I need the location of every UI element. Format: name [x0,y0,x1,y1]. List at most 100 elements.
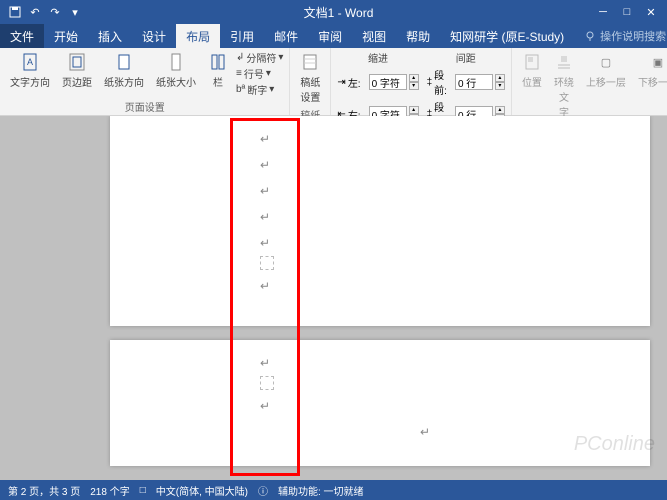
forward-label: 上移一层 [586,74,626,89]
hyphenation-button[interactable]: bª断字 ▾ [236,82,283,97]
size-button[interactable]: 纸张大小 [152,50,200,91]
tab-insert[interactable]: 插入 [88,24,132,48]
tab-references[interactable]: 引用 [220,24,264,48]
status-bar: 第 2 页，共 3 页 218 个字 □ 中文(简体, 中国大陆) ⓘ 辅助功能… [0,480,667,500]
hyphen-icon: bª [236,84,245,95]
indent-left-input[interactable] [369,74,407,90]
breaks-label: 分隔符 [246,50,276,65]
hyphen-label: 断字 [247,82,267,97]
accessibility-icon: ⓘ [258,483,268,498]
send-backward-button[interactable]: ▣ 下移一层 [634,50,667,91]
window-title: 文档1 - Word [90,4,587,21]
columns-icon [208,52,228,72]
tab-help[interactable]: 帮助 [396,24,440,48]
status-accessibility[interactable]: 辅助功能: 一切就绪 [278,483,364,498]
quick-access-toolbar: ↶ ↷ ▾ [0,5,90,19]
qat-more-icon[interactable]: ▾ [68,5,82,19]
gaozhi-button[interactable]: 稿纸 设置 [296,50,324,106]
tab-review[interactable]: 审阅 [308,24,352,48]
status-language[interactable]: 中文(简体, 中国大陆) [156,483,248,498]
tab-view[interactable]: 视图 [352,24,396,48]
paragraph-mark: ↵ [420,425,430,439]
paragraph-mark: ↵ [260,350,630,376]
gaozhi-label: 稿纸 设置 [300,74,320,104]
columns-button[interactable]: 栏 [204,50,232,91]
text-direction-icon: A [20,52,40,72]
space-before-up[interactable]: ▴ [495,74,505,82]
save-icon[interactable] [8,5,22,19]
text-direction-label: 文字方向 [10,74,50,89]
tab-design[interactable]: 设计 [132,24,176,48]
linenum-icon: ≡ [236,68,242,79]
linenum-label: 行号 [244,66,264,81]
spacing-header: 间距 [427,50,505,65]
space-before-icon: ‡ [427,77,433,88]
tab-home[interactable]: 开始 [44,24,88,48]
svg-text:A: A [27,57,33,67]
paragraph-mark: ↵ [260,230,630,256]
indent-right-up[interactable]: ▴ [409,106,419,114]
space-before-row: ‡ 段前: [427,67,447,97]
group-paragraph: 缩进 间距 ⇥ 左: ▴▾ ‡ 段前: ▴▾ [331,48,512,115]
breaks-icon: ↲ [236,52,244,63]
page-1[interactable]: ↵ ↵ ↵ ↵ ↵ ↵ [110,116,650,326]
tab-layout[interactable]: 布局 [176,24,220,48]
paragraph-mark: ↵ [260,178,630,204]
ribbon: A 文字方向 页边距 纸张方向 纸张大小 栏 ↲分隔符 ▾ ≡行号 ▾ [0,48,667,116]
lightbulb-icon [584,30,596,42]
tab-file[interactable]: 文件 [0,24,44,48]
forward-icon: ▢ [596,52,616,72]
tell-me-label: 操作说明搜索 [600,28,666,44]
wrap-icon [554,52,574,72]
wrap-button[interactable]: 环绕文 字 [550,50,578,121]
gaozhi-icon [300,52,320,72]
window-controls: ─ □ ✕ [587,6,667,19]
bring-forward-button[interactable]: ▢ 上移一层 [582,50,630,91]
margins-label: 页边距 [62,74,92,89]
undo-icon[interactable]: ↶ [28,5,42,19]
document-workspace[interactable]: ↵ ↵ ↵ ↵ ↵ ↵ ↵ ↵ ↵ PConline [0,116,667,480]
orientation-button[interactable]: 纸张方向 [100,50,148,91]
paragraph-mark: ↵ [260,126,630,152]
breaks-button[interactable]: ↲分隔符 ▾ [236,50,283,65]
ribbon-tabs: 文件 开始 插入 设计 布局 引用 邮件 审阅 视图 帮助 知网研学 (原E-S… [0,24,667,48]
indent-header: 缩进 [337,50,418,65]
orientation-label: 纸张方向 [104,74,144,89]
text-direction-button[interactable]: A 文字方向 [6,50,54,91]
page-setup-group-label: 页面设置 [6,98,283,115]
tab-mailings[interactable]: 邮件 [264,24,308,48]
space-before-input[interactable] [455,74,493,90]
indent-left-icon: ⇥ [337,77,345,88]
orientation-icon [114,52,134,72]
space-after-up[interactable]: ▴ [495,106,505,114]
status-pages[interactable]: 第 2 页，共 3 页 [8,483,80,498]
page-2[interactable]: ↵ ↵ ↵ [110,340,650,466]
close-button[interactable]: ✕ [641,6,661,19]
tab-estudy[interactable]: 知网研学 (原E-Study) [440,24,574,48]
size-label: 纸张大小 [156,74,196,89]
wrap-label: 环绕文 字 [554,74,574,119]
minimize-button[interactable]: ─ [593,6,613,19]
indent-left-row: ⇥ 左: [337,75,360,90]
position-label: 位置 [522,74,542,89]
indent-left-down[interactable]: ▾ [409,82,419,90]
size-icon [166,52,186,72]
margins-button[interactable]: 页边距 [58,50,96,91]
status-words[interactable]: 218 个字 [90,483,129,498]
space-before-down[interactable]: ▾ [495,82,505,90]
paragraph-mark: ↵ [260,204,630,230]
title-bar: ↶ ↷ ▾ 文档1 - Word ─ □ ✕ [0,0,667,24]
tell-me-search[interactable]: 操作说明搜索 [584,24,666,48]
backward-label: 下移一层 [638,74,667,89]
indent-left-up[interactable]: ▴ [409,74,419,82]
section-mark [260,256,274,270]
status-lang-icon: □ [140,485,146,496]
position-button[interactable]: 位置 [518,50,546,91]
redo-icon[interactable]: ↷ [48,5,62,19]
section-mark [260,376,274,390]
margins-icon [67,52,87,72]
group-arrange: 位置 环绕文 字 ▢ 上移一层 ▣ 下移一层 选择窗格 ⊞ 对齐 ▾ ◫ 组合 … [512,48,667,115]
line-numbers-button[interactable]: ≡行号 ▾ [236,66,283,81]
maximize-button[interactable]: □ [617,6,637,19]
columns-label: 栏 [213,74,223,89]
